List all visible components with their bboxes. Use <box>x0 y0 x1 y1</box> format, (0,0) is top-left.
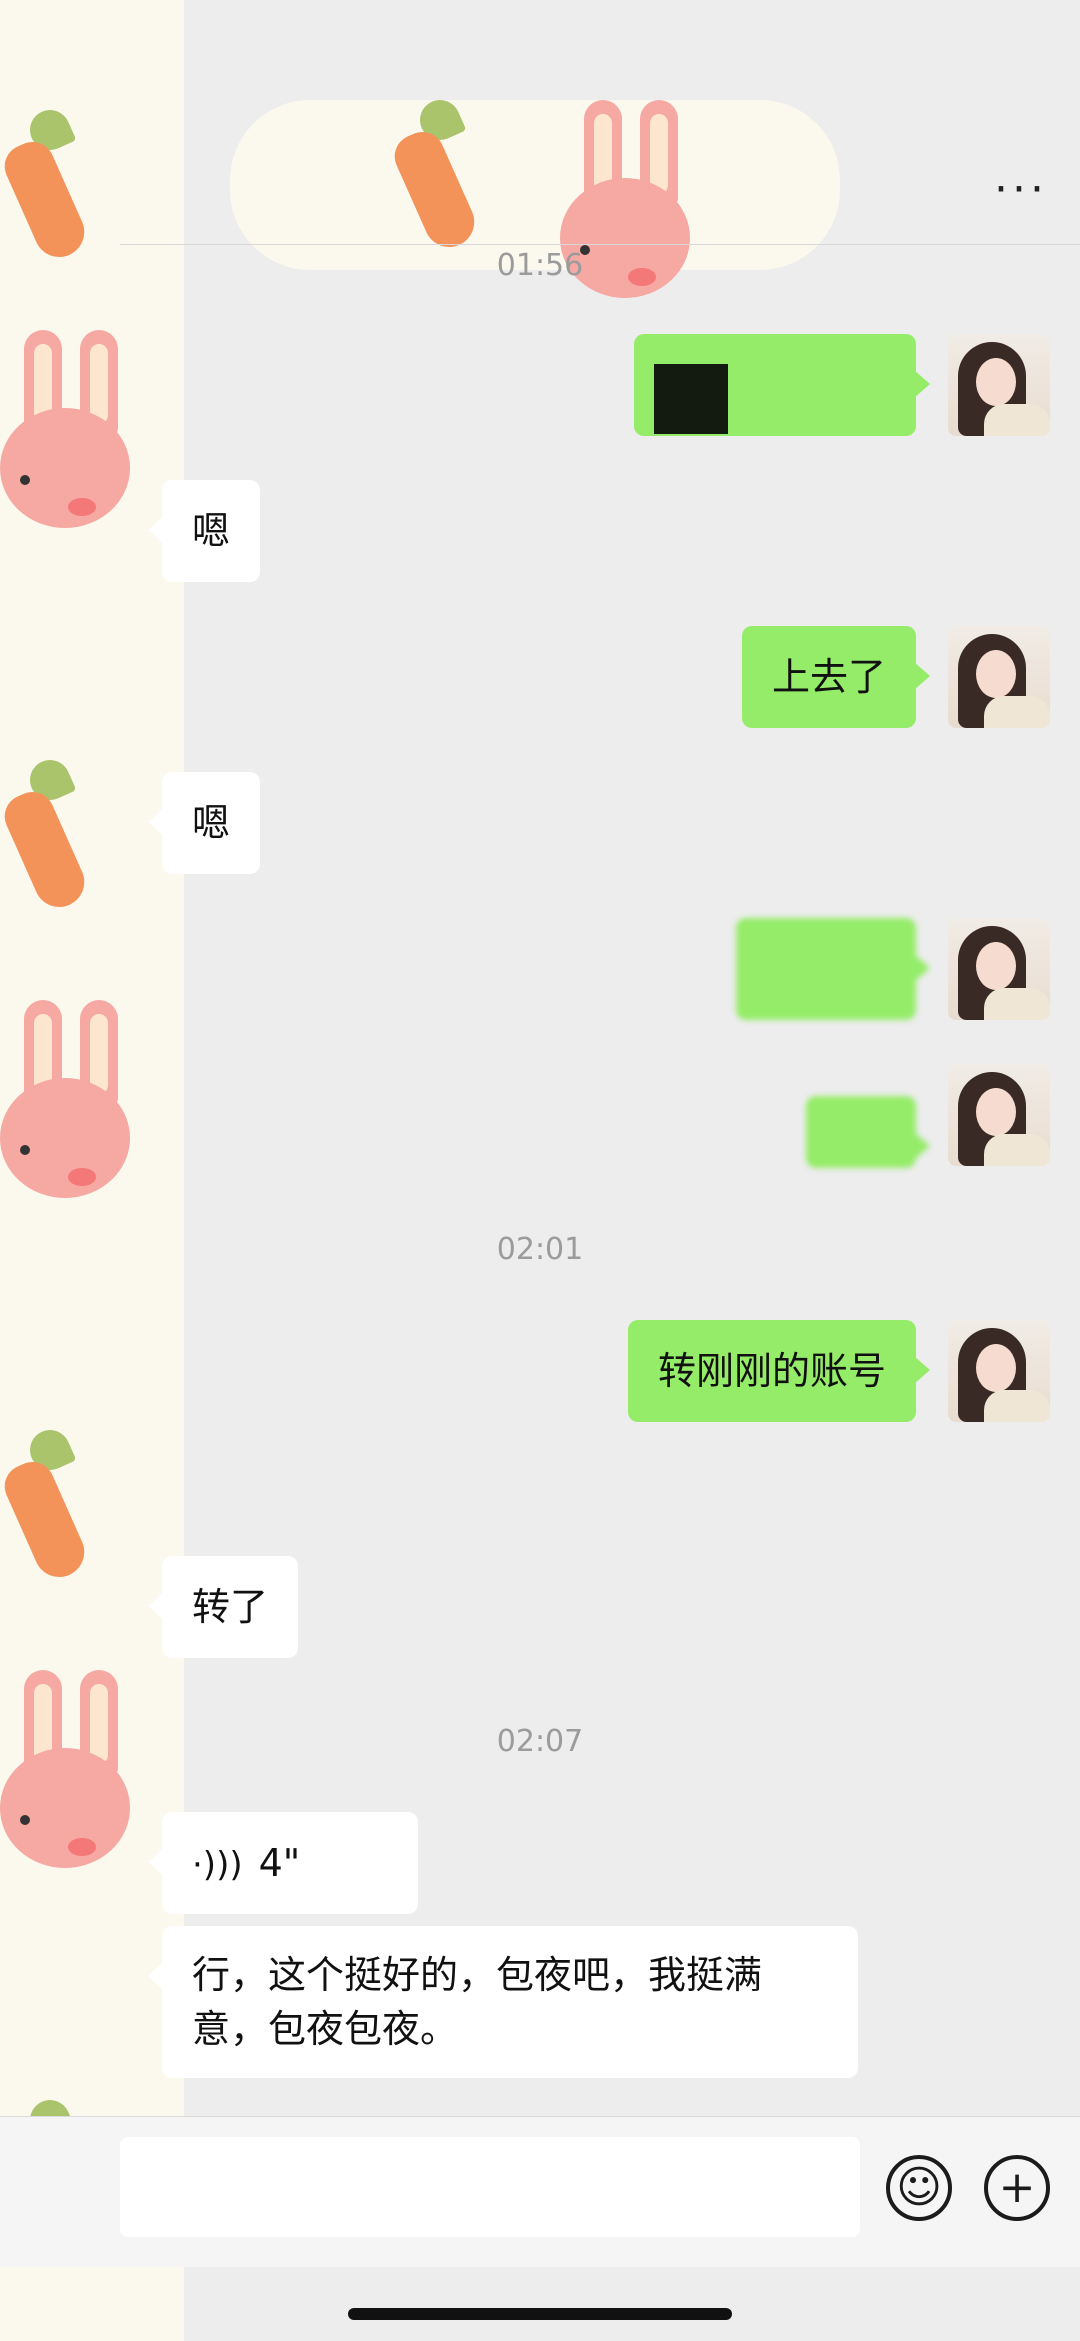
timestamp: 01:56 <box>496 248 584 283</box>
incoming-message-bubble[interactable]: 行，这个挺好的，包夜吧，我挺满意，包夜包夜。 <box>148 1926 858 2078</box>
voice-wave-icon: ·))) <box>192 1845 243 1885</box>
outgoing-message-bubble[interactable] <box>806 1096 930 1168</box>
avatar[interactable] <box>948 626 1050 728</box>
home-indicator <box>348 2308 732 2320</box>
message-row: ·))) 4" <box>0 1812 1080 1914</box>
timestamp: 02:01 <box>496 1232 584 1267</box>
carrot-sticker-icon <box>0 103 93 265</box>
message-input[interactable] <box>120 2137 860 2237</box>
more-options-button[interactable]: ··· <box>994 168 1048 212</box>
message-row <box>0 1064 1080 1168</box>
message-row: 嗯 <box>0 772 1080 874</box>
incoming-message-bubble[interactable]: 嗯 <box>147 772 261 874</box>
message-row: 转刚刚的账号 <box>0 1320 1080 1422</box>
outgoing-message-bubble[interactable] <box>634 334 930 436</box>
incoming-message-bubble[interactable]: 转了 <box>147 1556 299 1658</box>
message-row: 行，这个挺好的，包夜吧，我挺满意，包夜包夜。 <box>0 1926 1080 2078</box>
message-composer: ☺ + <box>0 2116 1080 2267</box>
message-row <box>0 918 1080 1020</box>
avatar[interactable] <box>948 1064 1050 1166</box>
incoming-message-bubble[interactable]: 嗯 <box>147 480 261 582</box>
carrot-sticker-icon <box>387 93 483 255</box>
avatar[interactable] <box>948 918 1050 1020</box>
voice-message-bubble[interactable]: ·))) 4" <box>148 1812 418 1914</box>
outgoing-message-bubble[interactable]: 转刚刚的账号 <box>627 1320 931 1422</box>
redacted-block <box>654 364 728 434</box>
message-row: 嗯 <box>0 480 1080 582</box>
plus-icon[interactable]: + <box>984 2155 1050 2221</box>
message-row: 转了 <box>0 1556 1080 1658</box>
header-divider <box>120 244 1080 245</box>
avatar[interactable] <box>948 1320 1050 1422</box>
bunny-sticker-icon <box>560 100 710 298</box>
message-row <box>0 334 1080 436</box>
message-row: 上去了 <box>0 626 1080 728</box>
outgoing-message-bubble[interactable]: 上去了 <box>741 626 931 728</box>
emoji-icon[interactable]: ☺ <box>886 2155 952 2221</box>
outgoing-message-bubble[interactable] <box>736 918 930 1020</box>
avatar[interactable] <box>948 334 1050 436</box>
timestamp: 02:07 <box>496 1724 584 1759</box>
